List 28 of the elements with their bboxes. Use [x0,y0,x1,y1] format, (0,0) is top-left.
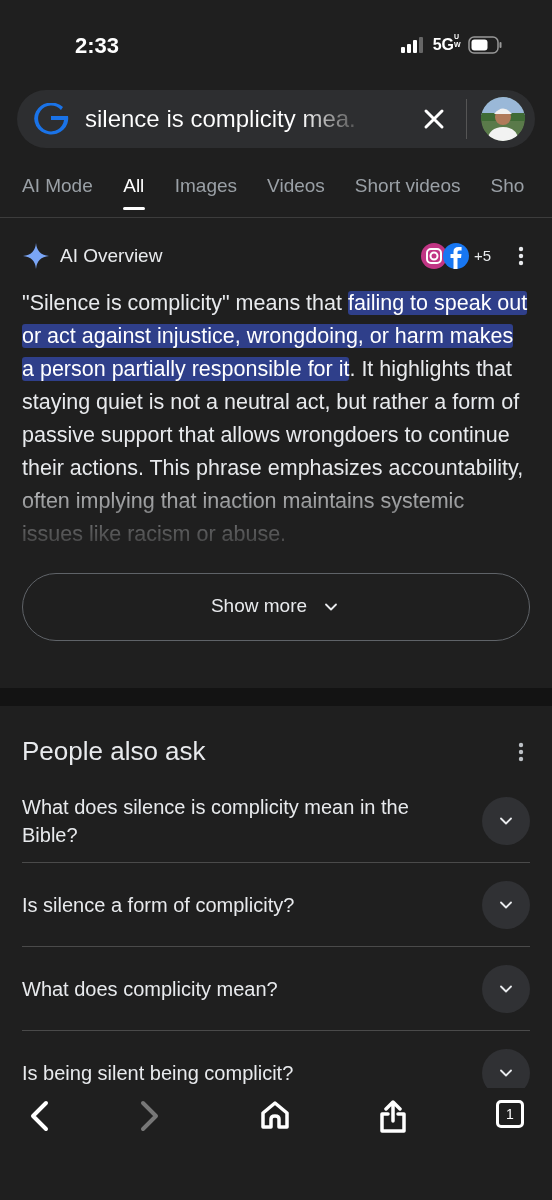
tab[interactable]: All [122,166,145,217]
section-title: AI Overview [60,244,163,268]
tab[interactable]: AI Mode [22,166,93,217]
question-text[interactable]: Is silence a form of complicity? [22,890,466,919]
close-icon[interactable] [422,107,446,131]
tabs-button[interactable]: 1 [496,1100,524,1128]
more-icon[interactable] [518,246,524,267]
signal-icon [400,37,425,53]
g-logo-icon [31,103,71,135]
section-title: People also ask [22,735,206,768]
tab[interactable]: Sho [490,166,525,217]
source-count[interactable]: +5 [473,245,491,268]
tab[interactable]: Short videos [354,166,461,217]
search-bar[interactable]: silence is complicity mea. [17,90,535,148]
expand-button[interactable] [482,1049,530,1088]
question-text[interactable]: What does silence is complicity mean in the Bible? [22,792,466,849]
f-logo-icon[interactable] [441,242,470,271]
clock-time: 2:33 [75,31,120,60]
camera-icon[interactable] [419,242,448,271]
share-icon[interactable] [379,1100,407,1134]
home-icon[interactable] [260,1100,290,1130]
tab[interactable]: Videos [267,166,325,217]
back-icon[interactable] [28,1100,50,1132]
question-text[interactable]: Is being silent being complicit? [22,1059,466,1087]
question-text[interactable]: What does complicity mean? [22,974,466,1003]
tab[interactable]: Images [174,166,238,217]
battery-icon [468,36,502,54]
more-icon[interactable] [518,741,524,762]
